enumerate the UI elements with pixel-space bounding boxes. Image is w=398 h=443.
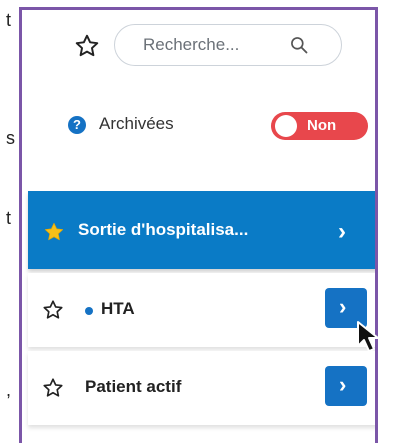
list-item-label: Patient actif xyxy=(85,377,182,396)
chevron-right-icon: › xyxy=(339,294,347,319)
search-box xyxy=(114,24,342,66)
toggle-knob xyxy=(275,115,297,137)
search-row xyxy=(22,24,375,68)
search-icon[interactable] xyxy=(289,35,309,55)
chevron-right-icon: › xyxy=(339,372,347,397)
open-item-button[interactable]: › xyxy=(325,366,367,406)
background-text-fragment: , xyxy=(6,380,12,400)
toggle-state-label: Non xyxy=(307,117,337,134)
chevron-right-icon[interactable]: › xyxy=(338,220,346,244)
list-item: Patient actif › xyxy=(28,351,375,425)
favorites-panel: ? Archivées Non Sortie d'hospitalisa... … xyxy=(19,7,378,443)
search-input[interactable] xyxy=(143,33,283,57)
question-circle-icon[interactable]: ? xyxy=(68,116,86,134)
star-outline-icon[interactable] xyxy=(74,33,100,59)
star-filled-icon xyxy=(44,222,64,241)
background-text-fragment: s xyxy=(6,128,15,148)
status-dot xyxy=(85,307,93,315)
open-item-button[interactable]: › xyxy=(325,288,367,328)
list-item: HTA › xyxy=(28,273,375,347)
favorite-group-label: Sortie d'hospitalisa... xyxy=(78,220,249,239)
star-outline-icon[interactable] xyxy=(42,377,64,399)
archived-filter-row: ? Archivées Non xyxy=(22,109,375,143)
background-text-fragment: t xyxy=(6,208,12,228)
list-item-label: HTA xyxy=(101,299,135,318)
favorite-group-row[interactable]: Sortie d'hospitalisa... › xyxy=(28,191,375,269)
star-outline-icon[interactable] xyxy=(42,299,64,321)
archived-toggle[interactable]: Non xyxy=(271,112,368,140)
background-text-fragment: t xyxy=(6,10,12,30)
archived-label: Archivées xyxy=(99,114,174,133)
